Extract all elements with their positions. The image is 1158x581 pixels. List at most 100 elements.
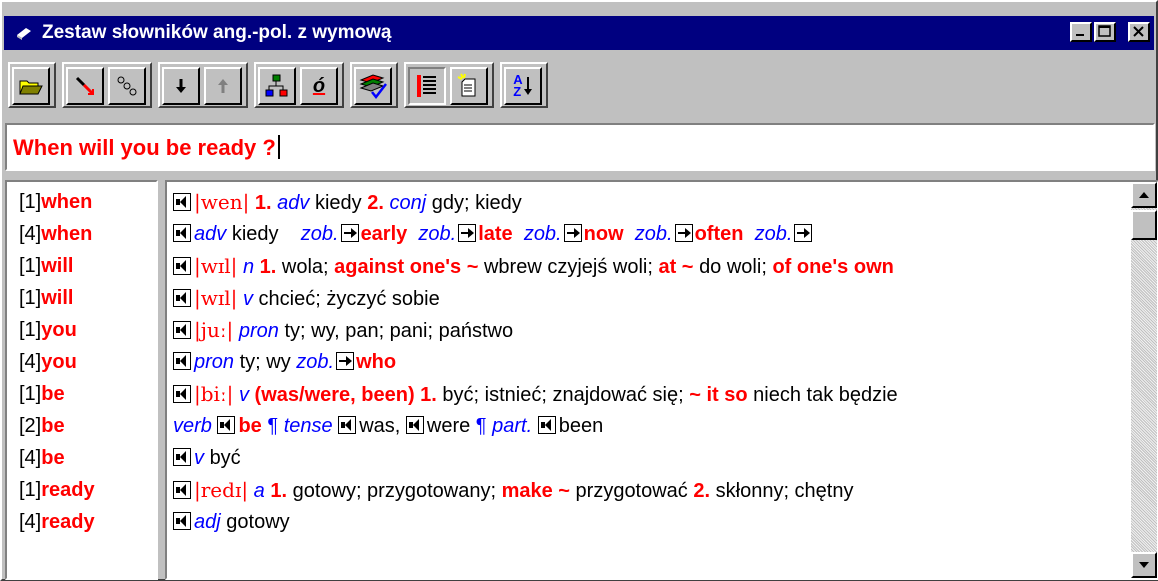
arrow-down-icon xyxy=(176,79,186,93)
translation: gotowy; przygotowany; xyxy=(292,480,497,502)
vertical-scrollbar[interactable] xyxy=(1131,182,1157,578)
phonetic: |wɪl| xyxy=(194,254,238,278)
entry-row: |biː| v (was/were, been) 1. być; istnieć… xyxy=(173,379,1127,409)
list-item[interactable]: [4]be xyxy=(19,443,65,473)
phrase: of one's own xyxy=(772,256,894,278)
maximize-button[interactable] xyxy=(1094,22,1116,42)
link-arrow-icon[interactable] xyxy=(563,224,582,242)
see-also-label: zob. xyxy=(300,223,339,245)
scroll-up-button[interactable] xyxy=(1131,182,1157,208)
translation: być; istnieć; znajdować się; xyxy=(442,384,684,406)
polish-char-icon: ó xyxy=(312,74,326,97)
link-button[interactable] xyxy=(66,67,104,105)
list-icon xyxy=(417,75,436,97)
close-icon xyxy=(1133,26,1144,37)
book-icon[interactable] xyxy=(14,23,34,43)
list-item[interactable]: [1]when xyxy=(19,187,92,217)
entry-row: adj gotowy xyxy=(173,507,1127,537)
speaker-icon[interactable] xyxy=(217,416,236,434)
open-button[interactable] xyxy=(12,67,50,105)
speaker-icon[interactable] xyxy=(173,481,191,499)
scroll-thumb[interactable] xyxy=(1131,210,1157,240)
speaker-icon[interactable] xyxy=(537,416,556,434)
cross-reference-link[interactable]: late xyxy=(478,223,512,245)
part-of-speech: conj xyxy=(389,192,427,214)
phonetic: |wɪl| xyxy=(194,286,238,310)
list-item-index: [1] xyxy=(19,479,42,501)
list-item-word: when xyxy=(41,223,93,245)
dictionaries-button[interactable] xyxy=(354,67,392,105)
tree-button[interactable] xyxy=(258,67,296,105)
cross-reference-link[interactable]: often xyxy=(695,223,744,245)
link-arrow-icon[interactable] xyxy=(336,352,355,370)
toolbar: ó A Z xyxy=(4,56,1154,116)
list-item[interactable]: [4]ready xyxy=(19,507,95,537)
speaker-icon[interactable] xyxy=(405,416,424,434)
list-item[interactable]: [1]you xyxy=(19,315,77,345)
speaker-icon[interactable] xyxy=(173,512,191,530)
speaker-icon[interactable] xyxy=(173,289,191,307)
link-arrow-icon[interactable] xyxy=(340,224,359,242)
speaker-icon[interactable] xyxy=(173,352,191,370)
toolbar-group-file xyxy=(8,62,56,108)
part-of-speech: pron xyxy=(238,320,279,342)
cross-reference-link[interactable]: now xyxy=(584,223,624,245)
list-item-word: be xyxy=(41,447,65,469)
list-item[interactable]: [4]when xyxy=(19,219,92,249)
translation: gotowy xyxy=(226,511,290,533)
list-item-index: [4] xyxy=(19,511,42,533)
new-document-button[interactable] xyxy=(450,67,488,105)
speaker-icon[interactable] xyxy=(338,416,357,434)
speaker-icon[interactable] xyxy=(173,321,191,339)
close-button[interactable] xyxy=(1128,22,1150,42)
cross-reference-link[interactable]: who xyxy=(356,351,396,373)
polish-chars-button[interactable]: ó xyxy=(300,67,338,105)
list-item[interactable]: [1]be xyxy=(19,379,65,409)
toolbar-group-link xyxy=(62,62,152,108)
list-item[interactable]: [1]will xyxy=(19,251,73,281)
toolbar-group-tools: ó xyxy=(254,62,344,108)
window-title: Zestaw słowników ang.-pol. z wymową xyxy=(42,22,392,43)
list-item[interactable]: [1]will xyxy=(19,283,73,313)
list-item[interactable]: [1]ready xyxy=(19,475,95,505)
title-bar[interactable]: Zestaw słowników ang.-pol. z wymową xyxy=(4,16,1154,50)
phonetic: |wen| xyxy=(194,190,250,214)
search-input[interactable]: When will you be ready ? xyxy=(5,123,1155,171)
cross-reference-link[interactable]: early xyxy=(361,223,408,245)
speaker-icon[interactable] xyxy=(173,448,191,466)
part-of-speech: v xyxy=(194,447,204,469)
list-button[interactable] xyxy=(408,67,446,105)
pilcrow-icon: ¶ xyxy=(267,415,279,437)
arrow-up-icon xyxy=(218,79,228,93)
scroll-down-button[interactable] xyxy=(1131,552,1157,578)
translation: do woli; xyxy=(699,256,767,278)
entry-row: |wen| 1. adv kiedy 2. conj gdy; kiedy xyxy=(173,187,1127,217)
toolbar-group-nav xyxy=(158,62,248,108)
speaker-icon[interactable] xyxy=(173,257,191,275)
speaker-icon[interactable] xyxy=(173,224,191,242)
link-arrow-icon[interactable] xyxy=(674,224,693,242)
part-of-speech: adv xyxy=(194,223,227,245)
link-arrow-icon[interactable] xyxy=(458,224,477,242)
speaker-icon[interactable] xyxy=(173,385,191,403)
unlink-button[interactable] xyxy=(108,67,146,105)
sort-button[interactable]: A Z xyxy=(504,67,542,105)
list-item[interactable]: [2]be xyxy=(19,411,65,441)
next-button[interactable] xyxy=(162,67,200,105)
books-check-icon xyxy=(359,74,387,100)
minimize-button[interactable] xyxy=(1070,22,1092,42)
previous-button[interactable] xyxy=(204,67,242,105)
entry-pane[interactable]: |wen| 1. adv kiedy 2. conj gdy; kiedy ad… xyxy=(165,180,1158,580)
sense-number: 1. xyxy=(259,256,277,278)
entry-row: |juː| pron ty; wy, pan; pani; państwo xyxy=(173,315,1127,345)
link-arrow-icon[interactable] xyxy=(794,224,813,242)
sort-az-icon: A Z xyxy=(513,73,532,98)
speaker-icon[interactable] xyxy=(173,193,191,211)
list-item[interactable]: [4]you xyxy=(19,347,77,377)
word-list[interactable]: [1]when [4]when [1]will [1]will [1]you [… xyxy=(5,180,158,580)
entry-row: pron ty; wy zob. who xyxy=(173,347,1127,377)
see-also-label: zob. xyxy=(754,223,793,245)
verb-forms: (was/were, been) xyxy=(254,384,415,406)
part-of-speech: v xyxy=(242,288,253,310)
entry-row: |wɪl| n 1. wola; against one's ~ wbrew c… xyxy=(173,251,1127,281)
